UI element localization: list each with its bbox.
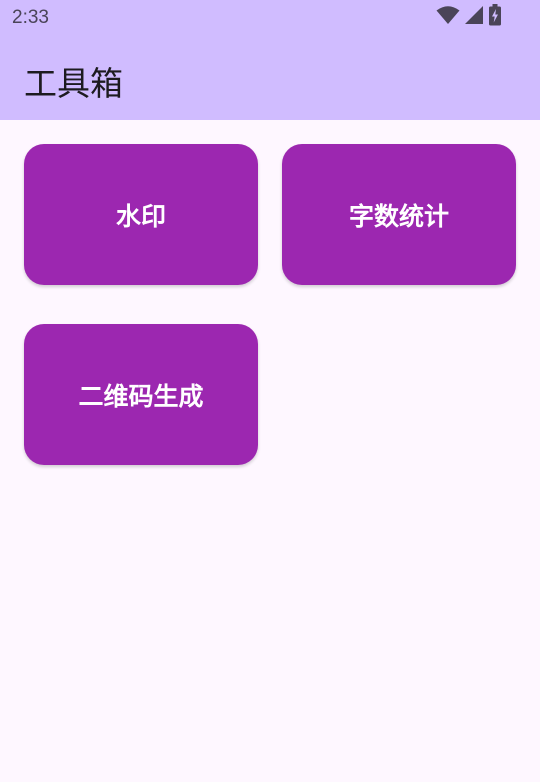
watermark-tool-button[interactable]: 水印	[24, 144, 258, 285]
tool-label: 二维码生成	[78, 381, 204, 411]
qr-code-generator-button[interactable]: 二维码生成	[24, 324, 258, 465]
word-count-tool-button[interactable]: 字数统计	[282, 144, 516, 285]
app-bar: 工具箱	[0, 37, 540, 120]
status-time: 2:33	[12, 7, 49, 28]
status-icons	[436, 4, 502, 30]
tool-label: 水印	[115, 201, 166, 231]
battery-charging-icon	[488, 4, 502, 30]
cellular-signal-icon	[464, 5, 484, 29]
wifi-icon	[436, 5, 460, 29]
page-title: 工具箱	[24, 64, 123, 103]
tool-label: 字数统计	[348, 201, 449, 231]
status-bar: 2:33	[0, 0, 540, 37]
